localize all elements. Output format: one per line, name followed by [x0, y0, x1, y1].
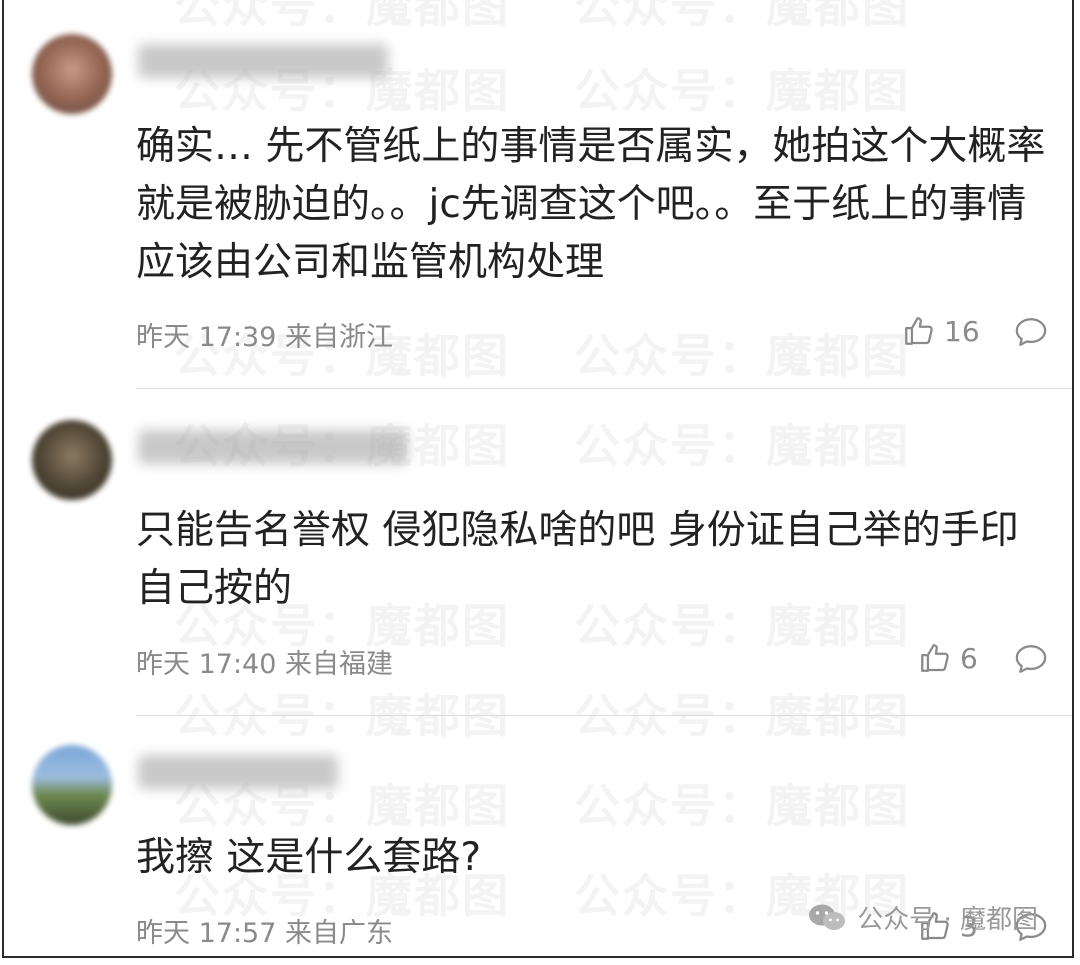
brand-label: 公众号 · 魔都图	[857, 905, 1038, 935]
brand-watermark: 公众号 · 魔都图	[807, 899, 1038, 936]
comment-meta: 昨天 17:39 来自浙江	[136, 322, 393, 353]
reply-button[interactable]	[1014, 643, 1048, 675]
like-button[interactable]: 16	[902, 314, 980, 348]
avatar[interactable]	[32, 34, 112, 114]
speech-bubble-icon	[1015, 318, 1047, 346]
reply-button[interactable]	[1014, 316, 1048, 348]
avatar[interactable]	[32, 420, 112, 500]
comment-meta: 昨天 17:40 来自福建	[136, 649, 393, 680]
thumbs-up-icon	[921, 644, 949, 672]
like-button[interactable]: 6	[918, 641, 978, 675]
username-blurred[interactable]	[138, 430, 408, 464]
wechat-icon	[809, 904, 846, 930]
like-count: 6	[960, 641, 978, 675]
avatar[interactable]	[32, 745, 112, 825]
comment-text: 只能告名誉权 侵犯隐私啥的吧 身份证自己举的手印自己按的	[136, 508, 1019, 611]
username-blurred[interactable]	[138, 44, 388, 78]
comment-item: 只能告名誉权 侵犯隐私啥的吧 身份证自己举的手印自己按的 昨天 17:40 来自…	[4, 390, 1072, 715]
comment-meta: 昨天 17:57 来自广东	[136, 918, 393, 949]
thumbs-up-icon	[905, 317, 933, 345]
speech-bubble-icon	[1015, 645, 1047, 673]
comment-text: 确实… 先不管纸上的事情是否属实，她拍这个大概率就是被胁迫的。。jc先调查这个吧…	[136, 124, 1046, 285]
comment-list-panel: 公众号：魔都图 公众号：魔都图 公众号：魔都图 公众号：魔都图 公众号：魔都图 …	[2, 0, 1074, 958]
divider	[136, 715, 1072, 716]
comment-text: 我擦 这是什么套路?	[136, 835, 482, 880]
like-count: 16	[944, 314, 980, 348]
username-blurred[interactable]	[138, 755, 338, 789]
comment-item: 确实… 先不管纸上的事情是否属实，她拍这个大概率就是被胁迫的。。jc先调查这个吧…	[4, 0, 1072, 390]
